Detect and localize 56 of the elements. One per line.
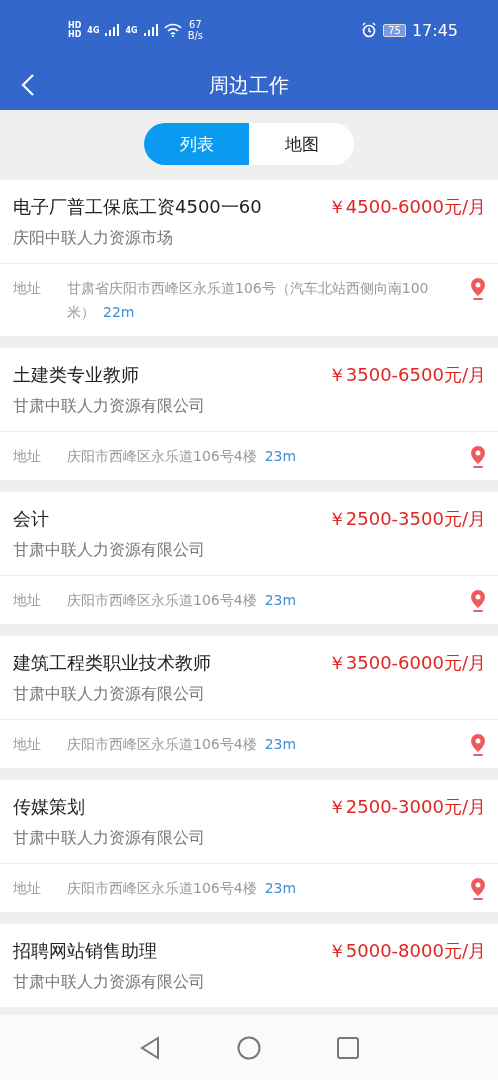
address-text: 庆阳市西峰区永乐道106号4楼 23m [67, 447, 298, 466]
job-title: 传媒策划 [13, 795, 85, 819]
clock-time: 17:45 [411, 20, 458, 40]
address-text: 庆阳市西峰区永乐道106号4楼 23m [67, 735, 298, 754]
signal-icon [143, 24, 158, 36]
salary: ￥2500-3500元/月 [327, 507, 486, 531]
company-name: 庆阳中联人力资源市场 [13, 227, 174, 249]
job-title: 会计 [13, 507, 49, 531]
address-label: 地址 [13, 591, 42, 610]
location-pin-icon[interactable] [470, 734, 486, 756]
location-pin-icon[interactable] [470, 278, 486, 300]
salary: ￥5000-8000元/月 [327, 939, 486, 963]
speed-unit: B/s [187, 30, 204, 41]
alarm-icon [361, 22, 378, 38]
job-title: 招聘网站销售助理 [13, 939, 157, 963]
job-title: 电子厂普工保底工资4500一60 [13, 195, 262, 219]
company-name: 甘肃中联人力资源有限公司 [13, 539, 206, 561]
sim-label: HD [68, 30, 82, 39]
network-speed: 67 [189, 19, 202, 30]
salary: ￥2500-3000元/月 [327, 795, 486, 819]
address-label: 地址 [13, 279, 42, 298]
location-pin-icon[interactable] [470, 878, 486, 900]
job-card[interactable]: 建筑工程类职业技术教师 ￥3500-6000元/月 甘肃中联人力资源有限公司 地址 庆阳市西峰区永乐道106号4楼 23m [0, 636, 498, 768]
sim-label: HD [68, 21, 82, 30]
company-name: 甘肃中联人力资源有限公司 [13, 827, 206, 849]
location-pin-icon[interactable] [470, 590, 486, 612]
job-title: 建筑工程类职业技术教师 [13, 651, 211, 675]
salary: ￥3500-6500元/月 [327, 363, 486, 387]
recents-nav-icon[interactable] [337, 1036, 359, 1059]
job-card[interactable]: 土建类专业教师 ￥3500-6500元/月 甘肃中联人力资源有限公司 地址 庆阳市西峰区永乐道106号4楼 23m [0, 348, 498, 480]
salary: ￥4500-6000元/月 [327, 195, 486, 219]
signal-icon [105, 24, 120, 36]
company-name: 甘肃中联人力资源有限公司 [13, 395, 206, 417]
battery-level: 75 [383, 23, 406, 37]
home-nav-icon[interactable] [237, 1035, 261, 1060]
job-card[interactable]: 传媒策划 ￥2500-3000元/月 甘肃中联人力资源有限公司 地址 庆阳市西峰区永乐道106号4楼 23m [0, 780, 498, 912]
address-label: 地址 [13, 879, 42, 898]
page-title: 周边工作 [209, 71, 289, 99]
job-card[interactable]: 电子厂普工保底工资4500一60 ￥4500-6000元/月 庆阳中联人力资源市场 地址 甘肃省庆阳市西峰区永乐道106号（汽车北站西侧向南100米） 22m [0, 180, 498, 336]
back-nav-icon[interactable] [139, 1035, 161, 1060]
back-icon[interactable] [20, 73, 36, 97]
job-card[interactable]: 会计 ￥2500-3500元/月 甘肃中联人力资源有限公司 地址 庆阳市西峰区永乐道106号4楼 23m [0, 492, 498, 624]
job-title: 土建类专业教师 [13, 363, 139, 387]
address-label: 地址 [13, 447, 42, 466]
company-name: 甘肃中联人力资源有限公司 [13, 971, 206, 993]
job-card[interactable]: 招聘网站销售助理 ￥5000-8000元/月 甘肃中联人力资源有限公司 [0, 924, 498, 1007]
salary: ￥3500-6000元/月 [327, 651, 486, 675]
network-label: 4G [87, 25, 100, 35]
company-name: 甘肃中联人力资源有限公司 [13, 683, 206, 705]
address-label: 地址 [13, 735, 42, 754]
address-text: 甘肃省庆阳市西峰区永乐道106号（汽车北站西侧向南100米） 22m [67, 279, 430, 322]
address-text: 庆阳市西峰区永乐道106号4楼 23m [67, 879, 298, 898]
network-label: 4G [125, 25, 138, 35]
address-text: 庆阳市西峰区永乐道106号4楼 23m [67, 591, 298, 610]
wifi-icon [163, 23, 182, 37]
location-pin-icon[interactable] [470, 446, 486, 468]
